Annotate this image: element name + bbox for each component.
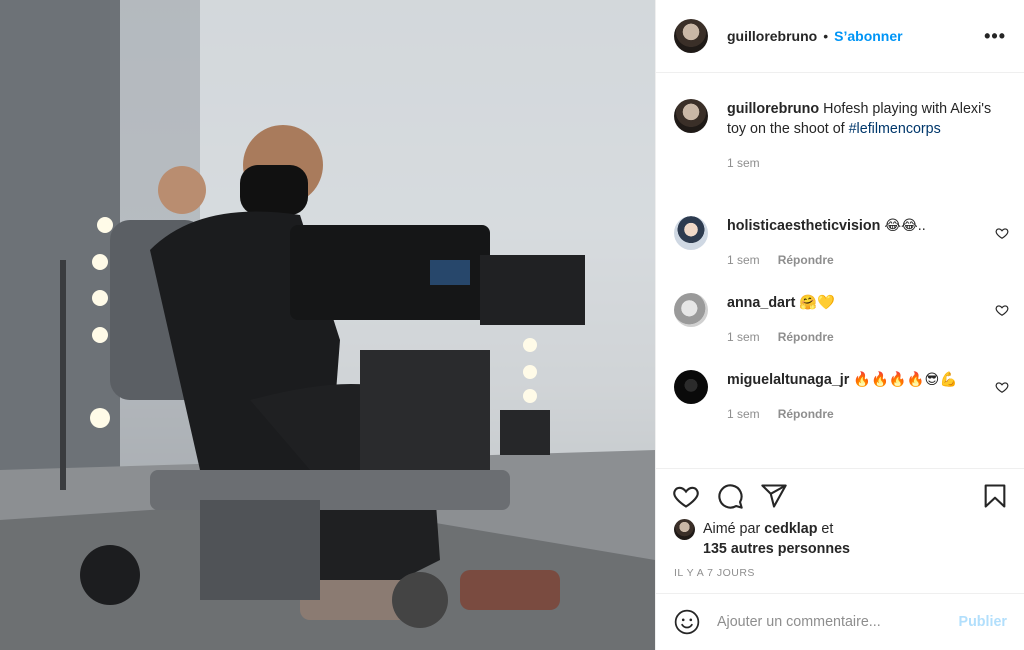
follow-button[interactable]: S’abonner <box>834 28 902 44</box>
comments-list[interactable]: guillorebruno Hofesh playing with Alexi'… <box>656 73 1024 468</box>
like-comment-heart-icon[interactable] <box>995 226 1009 240</box>
emoji-icon[interactable] <box>674 609 700 635</box>
heart-icon[interactable] <box>672 482 700 510</box>
comment-icon[interactable] <box>716 482 744 510</box>
header-separator: • <box>823 28 829 44</box>
comment-item: holisticaestheticvision 😂😂.. 1 sem Répond… <box>674 216 1009 270</box>
like-comment-heart-icon[interactable] <box>995 303 1009 317</box>
publish-button[interactable]: Publier <box>959 614 1007 630</box>
author-avatar[interactable] <box>674 19 708 53</box>
caption-hashtag[interactable]: #lefilmencorps <box>849 121 941 137</box>
share-icon[interactable] <box>760 482 788 510</box>
comment-text: 🔥🔥🔥🔥😎💪 <box>849 372 958 388</box>
caption-username[interactable]: guillorebruno <box>727 101 819 117</box>
like-comment-heart-icon[interactable] <box>995 380 1009 394</box>
comment-item: anna_dart 🤗💛 1 sem Répondre <box>674 293 1009 347</box>
comment-time[interactable]: 1 sem <box>727 327 760 347</box>
likes-others[interactable]: 135 autres personnes <box>703 541 850 557</box>
likes-suffix: et <box>817 521 834 537</box>
comment-item: miguelaltunaga_jr 🔥🔥🔥🔥😎💪 1 sem Répondre <box>674 370 1009 424</box>
likes-summary: Aimé par cedklap et 135 autres personnes <box>656 509 1024 559</box>
comment-text: 🤗💛 <box>795 295 835 311</box>
commenter-username[interactable]: miguelaltunaga_jr <box>727 372 849 388</box>
caption-time[interactable]: 1 sem <box>727 153 760 173</box>
caption-avatar[interactable] <box>674 99 708 133</box>
bookmark-icon[interactable] <box>981 482 1009 510</box>
likes-prefix: Aimé par <box>703 521 765 537</box>
reply-button[interactable]: Répondre <box>778 250 834 270</box>
comment-time[interactable]: 1 sem <box>727 404 760 424</box>
film-set-illustration <box>0 0 655 650</box>
commenter-username[interactable]: anna_dart <box>727 295 795 311</box>
post-actions: Aimé par cedklap et 135 autres personnes… <box>656 468 1024 579</box>
post-header: guillorebruno • S’abonner ••• <box>656 0 1024 73</box>
commenter-username[interactable]: holisticaestheticvision <box>727 218 880 234</box>
post-sidebar: guillorebruno • S’abonner ••• guillorebr… <box>655 0 1024 650</box>
more-options-icon[interactable]: ••• <box>984 27 1006 45</box>
liker-username[interactable]: cedklap <box>764 521 817 537</box>
comment-input[interactable] <box>717 614 959 630</box>
commenter-avatar[interactable] <box>674 216 708 250</box>
add-comment-bar: Publier <box>656 593 1024 650</box>
commenter-avatar[interactable] <box>674 293 708 327</box>
comment-time[interactable]: 1 sem <box>727 250 760 270</box>
post-timestamp[interactable]: IL Y A 7 JOURS <box>656 559 1024 579</box>
post-photo[interactable] <box>0 0 655 650</box>
caption: guillorebruno Hofesh playing with Alexi'… <box>674 99 1009 173</box>
comment-text: 😂😂.. <box>880 218 926 234</box>
liker-avatar[interactable] <box>674 519 695 540</box>
commenter-avatar[interactable] <box>674 370 708 404</box>
reply-button[interactable]: Répondre <box>778 327 834 347</box>
author-username[interactable]: guillorebruno <box>727 28 817 44</box>
reply-button[interactable]: Répondre <box>778 404 834 424</box>
